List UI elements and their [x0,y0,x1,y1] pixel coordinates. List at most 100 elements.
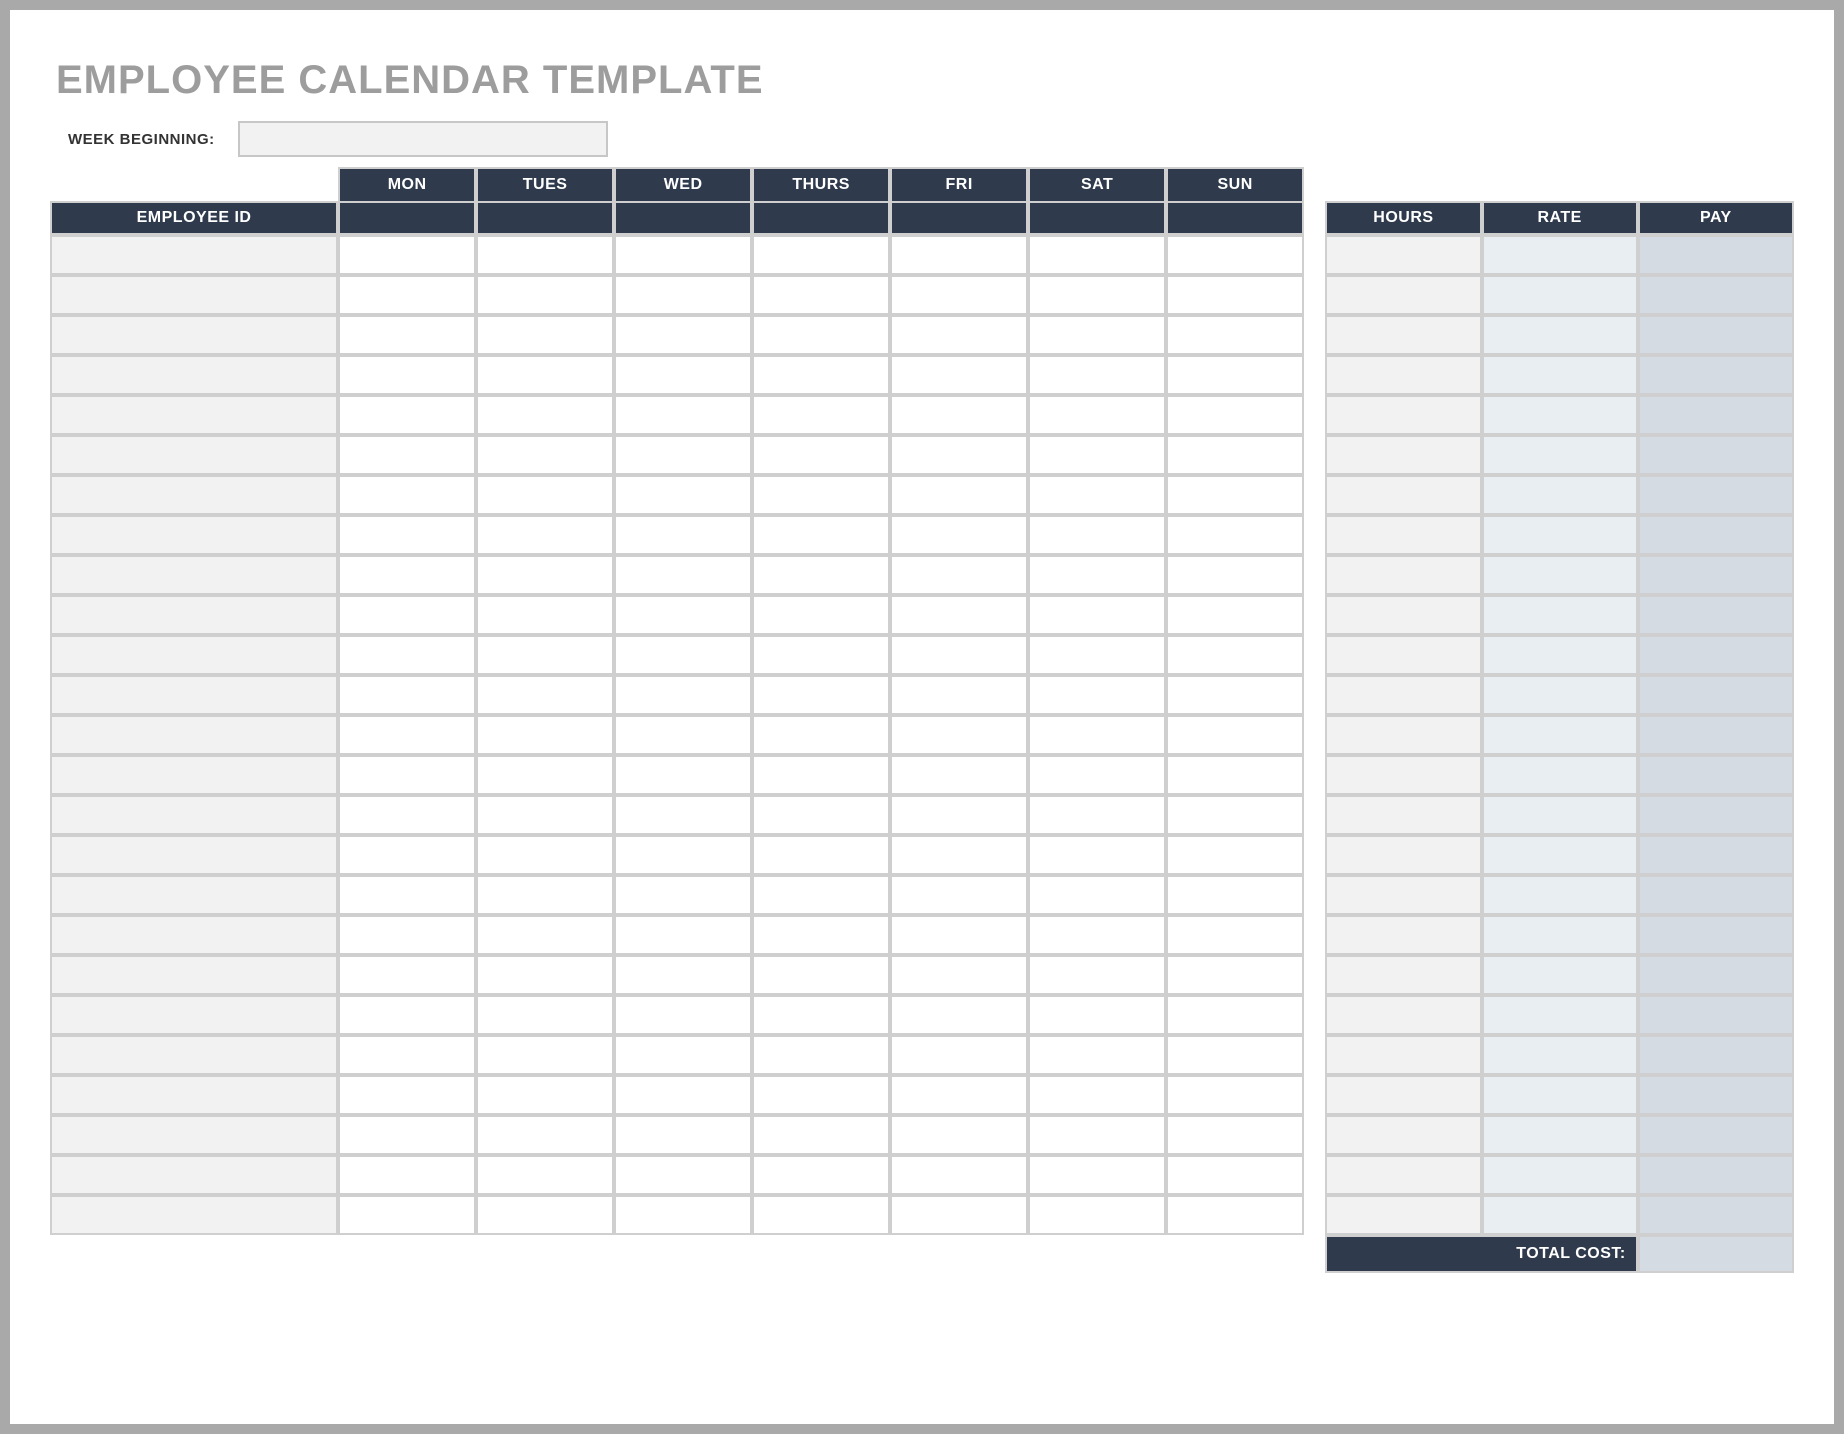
cell-mon[interactable] [338,1195,476,1235]
cell-mon[interactable] [338,275,476,315]
cell-fri[interactable] [890,635,1028,675]
rate-cell[interactable] [1482,995,1638,1035]
cell-wed[interactable] [614,315,752,355]
employee-id-cell[interactable] [50,755,338,795]
hours-cell[interactable] [1325,275,1481,315]
cell-fri[interactable] [890,835,1028,875]
cell-thurs[interactable] [752,635,890,675]
hours-cell[interactable] [1325,755,1481,795]
pay-cell[interactable] [1638,1035,1794,1075]
rate-cell[interactable] [1482,395,1638,435]
cell-sun[interactable] [1166,1115,1304,1155]
cell-mon[interactable] [338,1035,476,1075]
cell-thurs[interactable] [752,755,890,795]
cell-fri[interactable] [890,995,1028,1035]
cell-thurs[interactable] [752,275,890,315]
cell-thurs[interactable] [752,955,890,995]
cell-sun[interactable] [1166,795,1304,835]
cell-mon[interactable] [338,835,476,875]
rate-cell[interactable] [1482,1155,1638,1195]
cell-sat[interactable] [1028,275,1166,315]
employee-id-cell[interactable] [50,995,338,1035]
employee-id-cell[interactable] [50,915,338,955]
cell-mon[interactable] [338,875,476,915]
hours-cell[interactable] [1325,395,1481,435]
cell-tues[interactable] [476,1115,614,1155]
employee-id-cell[interactable] [50,515,338,555]
cell-tues[interactable] [476,915,614,955]
cell-fri[interactable] [890,515,1028,555]
cell-sat[interactable] [1028,755,1166,795]
cell-thurs[interactable] [752,515,890,555]
hours-cell[interactable] [1325,435,1481,475]
rate-cell[interactable] [1482,275,1638,315]
cell-wed[interactable] [614,235,752,275]
cell-sun[interactable] [1166,675,1304,715]
rate-cell[interactable] [1482,235,1638,275]
hours-cell[interactable] [1325,995,1481,1035]
cell-tues[interactable] [476,315,614,355]
cell-tues[interactable] [476,235,614,275]
hours-cell[interactable] [1325,355,1481,395]
employee-id-cell[interactable] [50,475,338,515]
cell-wed[interactable] [614,1155,752,1195]
hours-cell[interactable] [1325,1195,1481,1235]
employee-id-cell[interactable] [50,1115,338,1155]
cell-fri[interactable] [890,235,1028,275]
cell-wed[interactable] [614,1115,752,1155]
pay-cell[interactable] [1638,995,1794,1035]
hours-cell[interactable] [1325,235,1481,275]
cell-sun[interactable] [1166,1075,1304,1115]
rate-cell[interactable] [1482,835,1638,875]
cell-sat[interactable] [1028,635,1166,675]
rate-cell[interactable] [1482,675,1638,715]
cell-wed[interactable] [614,355,752,395]
employee-id-cell[interactable] [50,595,338,635]
hours-cell[interactable] [1325,555,1481,595]
cell-mon[interactable] [338,355,476,395]
cell-sat[interactable] [1028,715,1166,755]
cell-sat[interactable] [1028,235,1166,275]
week-beginning-input[interactable] [238,121,608,157]
cell-mon[interactable] [338,235,476,275]
rate-cell[interactable] [1482,715,1638,755]
cell-sun[interactable] [1166,875,1304,915]
rate-cell[interactable] [1482,515,1638,555]
cell-tues[interactable] [476,715,614,755]
pay-cell[interactable] [1638,515,1794,555]
cell-thurs[interactable] [752,595,890,635]
cell-thurs[interactable] [752,475,890,515]
cell-fri[interactable] [890,875,1028,915]
cell-fri[interactable] [890,1075,1028,1115]
cell-fri[interactable] [890,275,1028,315]
cell-sun[interactable] [1166,595,1304,635]
cell-tues[interactable] [476,515,614,555]
cell-fri[interactable] [890,1155,1028,1195]
cell-sun[interactable] [1166,435,1304,475]
cell-mon[interactable] [338,555,476,595]
employee-id-cell[interactable] [50,395,338,435]
employee-id-cell[interactable] [50,875,338,915]
employee-id-cell[interactable] [50,795,338,835]
cell-fri[interactable] [890,1195,1028,1235]
cell-thurs[interactable] [752,1035,890,1075]
pay-cell[interactable] [1638,1115,1794,1155]
cell-wed[interactable] [614,515,752,555]
cell-thurs[interactable] [752,715,890,755]
cell-mon[interactable] [338,675,476,715]
cell-sat[interactable] [1028,1195,1166,1235]
cell-wed[interactable] [614,1035,752,1075]
rate-cell[interactable] [1482,435,1638,475]
cell-sat[interactable] [1028,555,1166,595]
cell-tues[interactable] [476,435,614,475]
cell-sat[interactable] [1028,915,1166,955]
employee-id-cell[interactable] [50,635,338,675]
pay-cell[interactable] [1638,235,1794,275]
cell-thurs[interactable] [752,435,890,475]
cell-thurs[interactable] [752,915,890,955]
rate-cell[interactable] [1482,1075,1638,1115]
cell-fri[interactable] [890,675,1028,715]
rate-cell[interactable] [1482,635,1638,675]
cell-thurs[interactable] [752,1075,890,1115]
cell-wed[interactable] [614,715,752,755]
